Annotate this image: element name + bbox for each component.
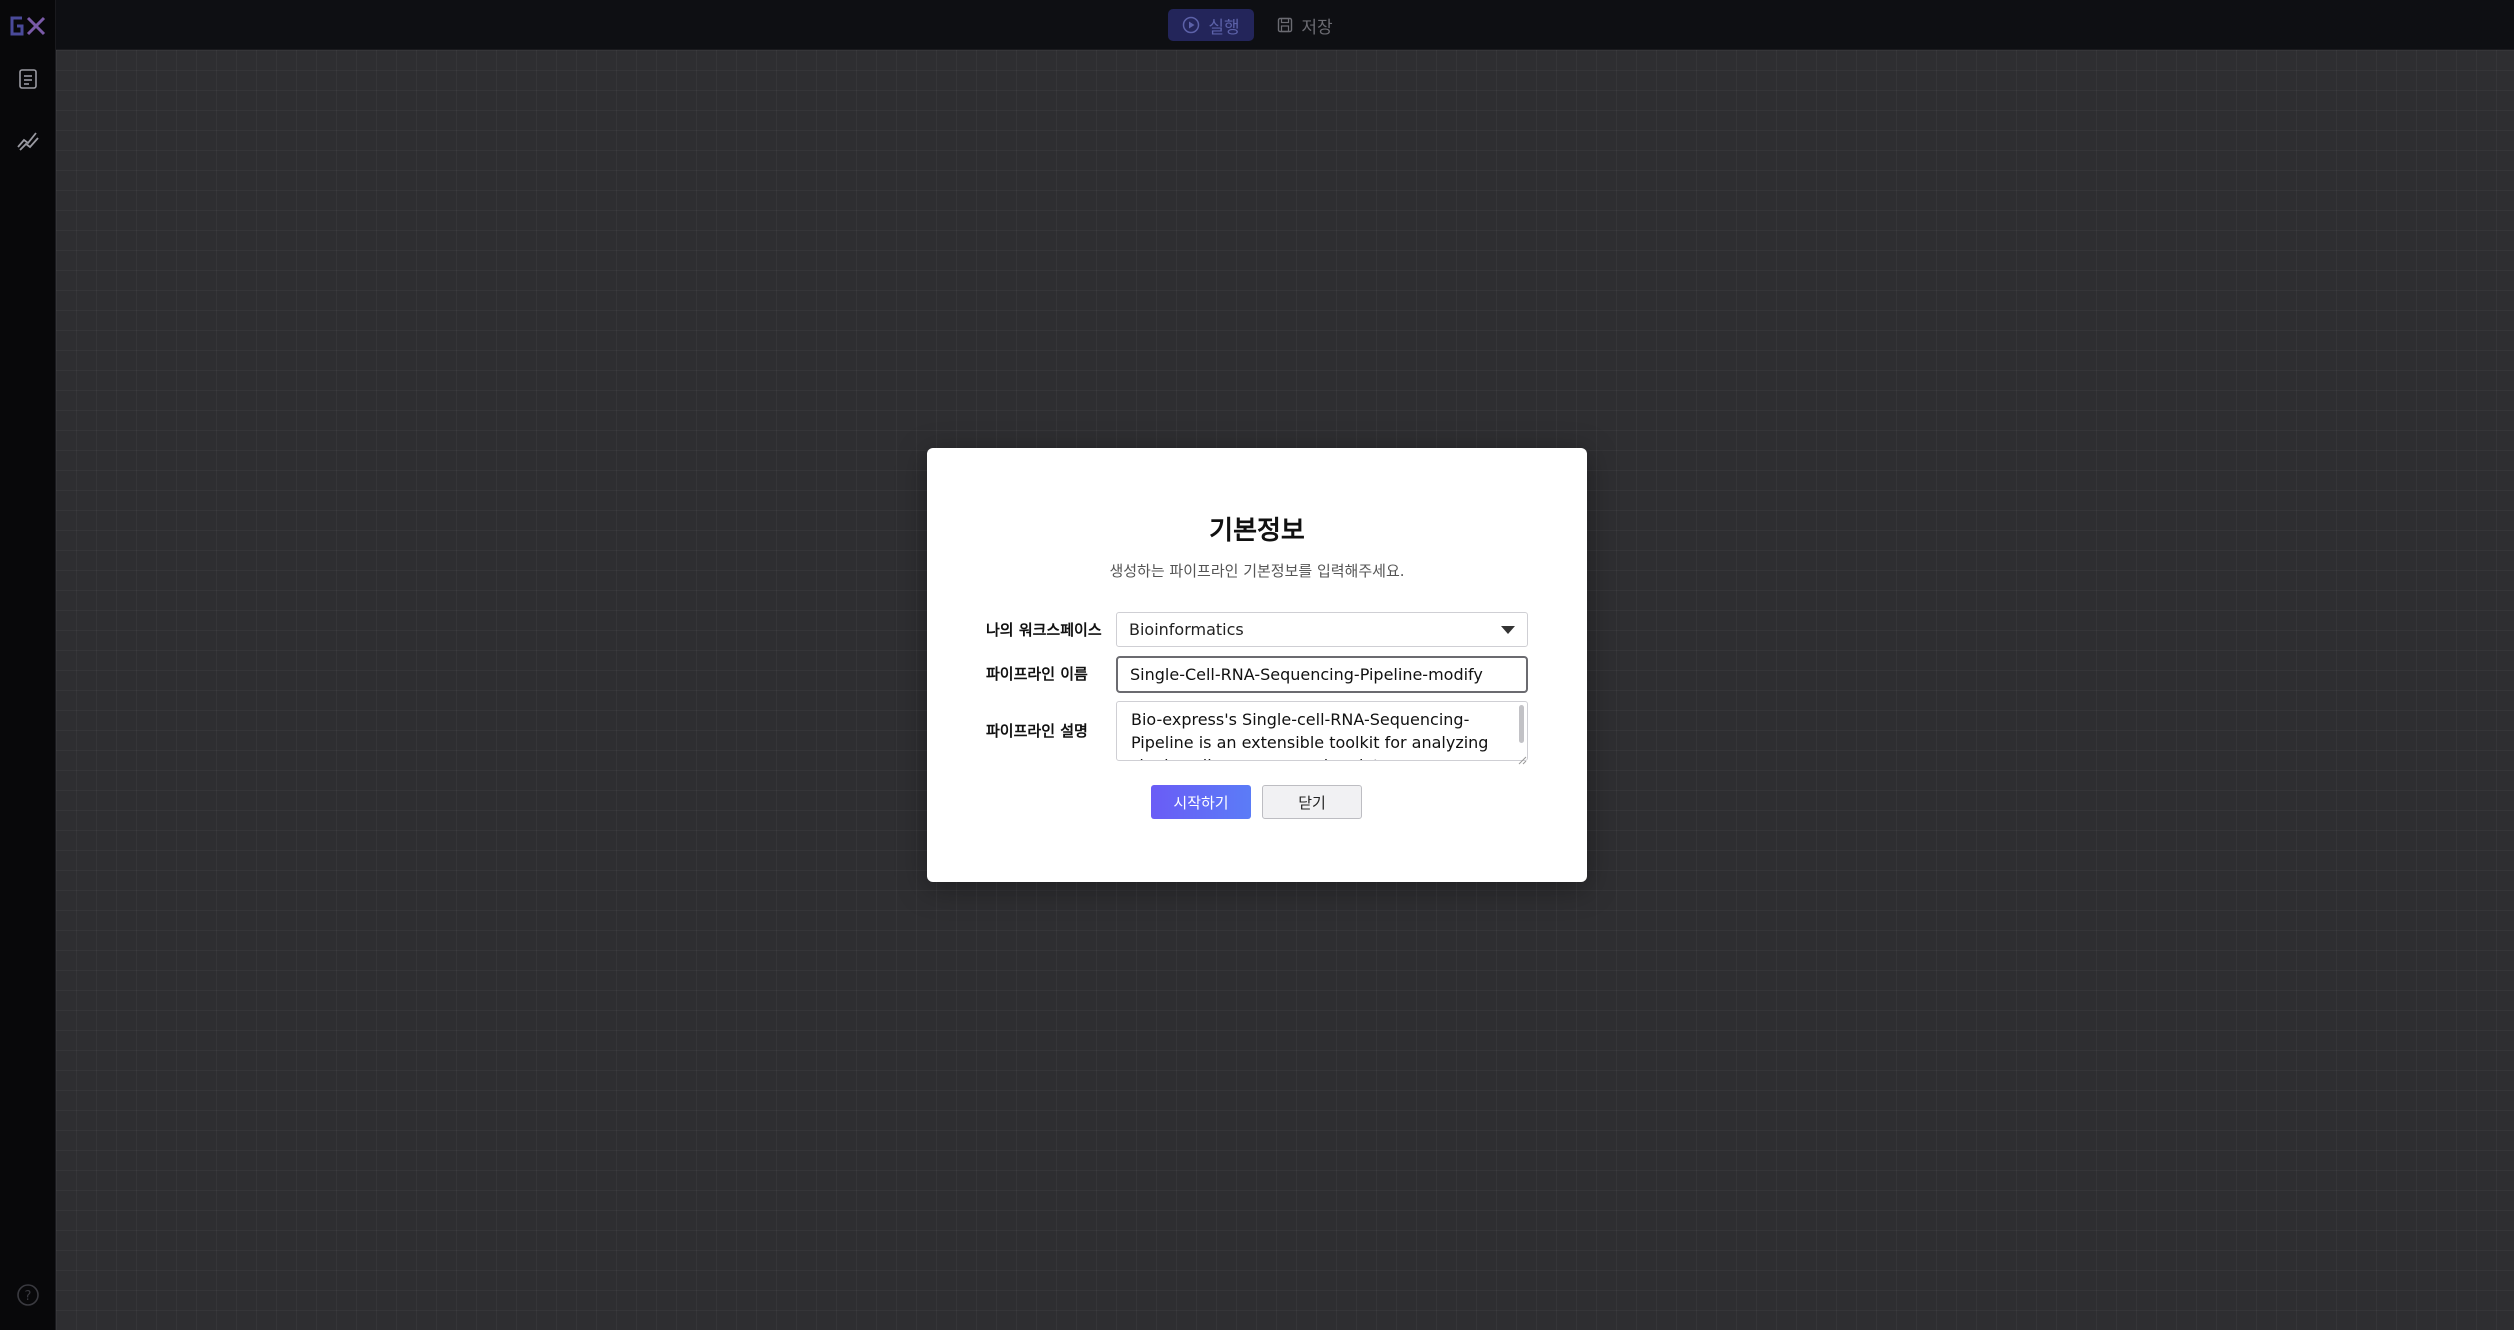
workspace-value: Bioinformatics — [1129, 620, 1244, 639]
chart-icon[interactable] — [15, 127, 41, 153]
save-button[interactable]: 저장 — [1270, 9, 1340, 41]
basic-info-dialog: 기본정보 생성하는 파이프라인 기본정보를 입력해주세요. 나의 워크스페이스 … — [927, 448, 1587, 882]
run-button[interactable]: 실행 — [1168, 9, 1254, 41]
save-icon — [1278, 17, 1293, 33]
pipeline-description-textarea[interactable]: Bio-express's Single-cell-RNA-Sequencing… — [1116, 701, 1528, 761]
document-icon[interactable] — [15, 66, 41, 92]
caret-down-icon — [1501, 625, 1515, 634]
top-toolbar: 실행 저장 — [56, 0, 2514, 50]
start-button[interactable]: 시작하기 — [1151, 785, 1251, 819]
workspace-label: 나의 워크스페이스 — [986, 621, 1102, 639]
dialog-subtitle: 생성하는 파이프라인 기본정보를 입력해주세요. — [1109, 562, 1405, 580]
run-label: 실행 — [1208, 17, 1240, 38]
close-button[interactable]: 닫기 — [1262, 785, 1362, 819]
workspace-select[interactable]: Bioinformatics — [1116, 612, 1528, 647]
logo-icon[interactable] — [8, 14, 48, 38]
save-label: 저장 — [1301, 17, 1333, 38]
play-circle-icon — [1183, 16, 1200, 34]
pipeline-name-label: 파이프라인 이름 — [986, 665, 1088, 683]
dialog-title: 기본정보 — [1209, 516, 1305, 546]
svg-text:?: ? — [25, 1289, 32, 1304]
textarea-scrollbar[interactable] — [1519, 705, 1524, 743]
help-icon[interactable]: ? — [15, 1282, 41, 1308]
pipeline-name-input[interactable] — [1116, 656, 1528, 693]
sidebar: ? — [0, 0, 56, 1330]
resize-grip-icon[interactable] — [1518, 750, 1527, 765]
pipeline-description-label: 파이프라인 설명 — [986, 722, 1088, 740]
